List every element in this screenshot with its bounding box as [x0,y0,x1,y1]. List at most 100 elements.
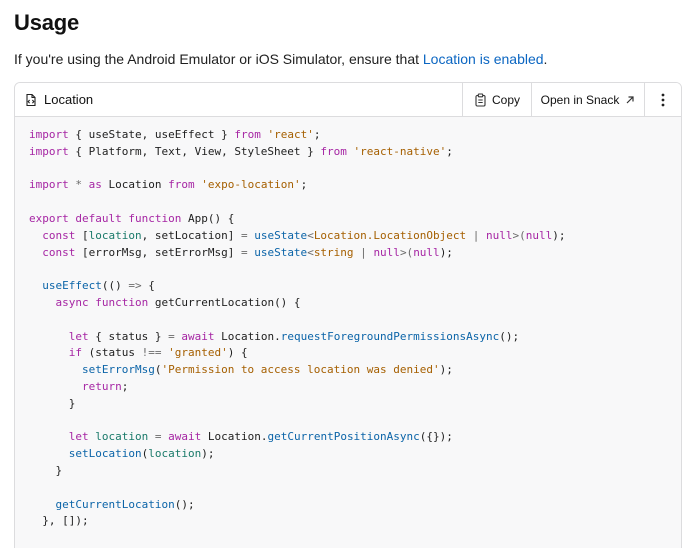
code-token: string [313,245,354,259]
code-line: }, []); [29,513,566,530]
code-line: let location = await Location.getCurrent… [29,429,566,446]
code-token: from [168,178,195,192]
code-token: 'expo-location' [201,178,301,192]
clipboard-icon [474,92,487,107]
code-line: const [location, setLocation] = useState… [29,228,566,245]
code-snippet: Location Copy Open in Snack import {use… [14,82,682,548]
code-token: getCurrentLocation [55,497,175,511]
code-line: export default function App() { [29,211,566,228]
code-token: (() [101,279,129,293]
code-token: => [128,279,142,293]
code-token: import [29,144,69,158]
code-token: from [320,144,347,158]
code-file-icon [24,93,38,107]
code-token: setErrorMsg [81,363,155,377]
code-token: await [181,329,215,343]
code-token: let [68,430,89,444]
more-options-button[interactable] [644,83,681,116]
location-enabled-link[interactable]: Location is enabled [423,51,544,67]
code-token: [errorMsg, setErrorMsg] [75,245,241,259]
intro-paragraph: If you're using the Android Emulator or … [14,51,547,67]
code-line: if (status !== 'granted') { [29,345,566,362]
copy-button[interactable]: Copy [462,83,531,116]
code-token: [ [75,228,89,242]
code-token: Location [101,178,169,192]
code-token: * [68,178,89,192]
code-line: import { useState, useEffect } from 'rea… [29,127,566,144]
code-token: const [42,245,76,259]
code-token: ({}); [419,430,453,444]
code-token: (status [82,346,142,360]
code-token: useState [247,228,308,242]
code-token: (); [499,329,520,343]
code-token: { useState, useEffect } [68,128,235,141]
code-token: null [373,245,400,259]
page-heading: Usage [14,10,80,35]
code-token: ) { [227,346,248,360]
code-token: null [413,245,440,259]
code-line: const [errorMsg, setErrorMsg] = useState… [29,245,566,262]
code-token: { Platform, Text, View, StyleSheet } [68,144,321,158]
code-line: setLocation(location); [29,446,566,463]
code-token: ; [446,144,453,158]
code-token: null [486,228,513,242]
code-token: Location. [214,329,281,343]
code-token: useEffect [42,279,102,293]
open-in-snack-button[interactable]: Open in Snack [531,83,644,116]
code-line: useEffect(() => { [29,278,566,295]
code-token: Location. [201,430,268,444]
code-token: export [29,211,69,225]
code-token: 'granted' [168,346,228,360]
code-line: let { status } = await Location.requestF… [29,329,566,346]
code-token: { status } [88,329,169,343]
code-token: = [168,329,175,343]
code-token: import [29,178,69,192]
code-token: } [29,463,63,477]
snippet-title: Location [15,83,462,116]
code-token: }, []); [29,514,89,528]
code-token: ); [552,228,566,242]
code-token: 'react' [267,128,314,141]
code-token: < [307,228,314,242]
code-token: from [234,128,261,141]
code-token: Location.LocationObject [313,228,467,242]
vertical-dots-icon [661,93,665,107]
code-token: requestForegroundPermissionsAsync [280,329,500,343]
code-token: >( [512,228,526,242]
code-line: getCurrentLocation(); [29,497,566,514]
code-token: ; [300,178,308,192]
code-token: location [148,447,202,461]
code-token: } [29,396,76,410]
code-line: import { Platform, Text, View, StyleShee… [29,144,566,161]
code-token: as [88,178,102,192]
code-token: useState [247,245,308,259]
code-token: ; [121,379,129,393]
code-token: App() { [181,211,235,225]
code-token: setLocation [68,447,142,461]
code-token: ); [439,363,453,377]
code-line: } [29,396,566,413]
code-token: getCurrentLocation() { [148,295,301,309]
code-token: = [240,228,248,242]
external-arrow-icon [625,95,635,105]
code-token: let [68,329,89,343]
code-token: import [29,128,69,141]
code-token: location [88,228,142,242]
code-token: , setLocation] [141,228,241,242]
code-line: async function getCurrentLocation() { [29,295,566,312]
snippet-title-label: Location [44,92,94,107]
code-token: async [55,295,89,309]
